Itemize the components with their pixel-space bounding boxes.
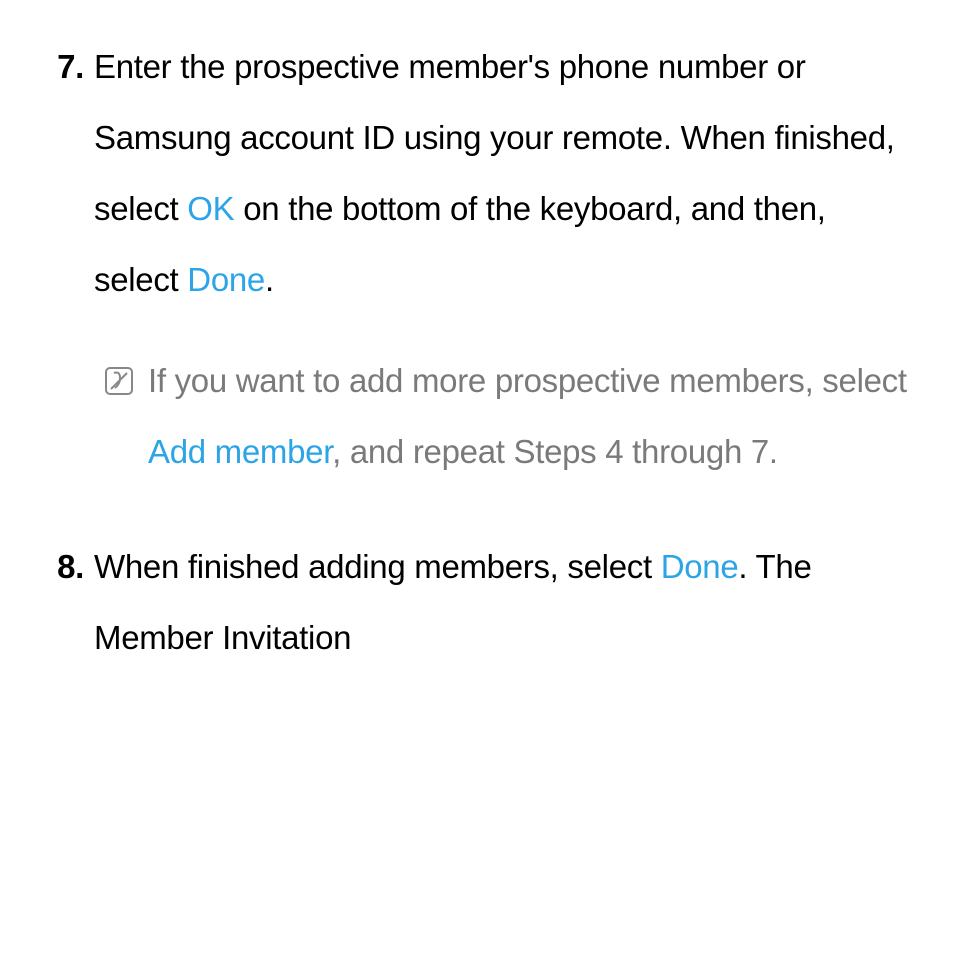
add-member-link[interactable]: Add member: [148, 433, 332, 470]
done-link-2[interactable]: Done: [661, 548, 739, 585]
step-7-text-3: .: [265, 261, 274, 298]
note-icon: [104, 346, 148, 488]
step-8-content: When finished adding members, select Don…: [94, 532, 914, 674]
note-content: If you want to add more prospective memb…: [148, 346, 914, 488]
ok-link[interactable]: OK: [187, 190, 234, 227]
note-text-1: If you want to add more prospective memb…: [148, 362, 907, 399]
step-8-text-1: When finished adding members, select: [94, 548, 661, 585]
done-link[interactable]: Done: [187, 261, 265, 298]
step-7: 7. Enter the prospective member's phone …: [40, 32, 914, 316]
step-8: 8. When finished adding members, select …: [40, 532, 914, 674]
step-7-content: Enter the prospective member's phone num…: [94, 32, 914, 316]
note-block: If you want to add more prospective memb…: [40, 346, 914, 488]
step-8-number: 8.: [40, 532, 94, 674]
step-7-number: 7.: [40, 32, 94, 316]
note-text-2: , and repeat Steps 4 through 7.: [332, 433, 778, 470]
